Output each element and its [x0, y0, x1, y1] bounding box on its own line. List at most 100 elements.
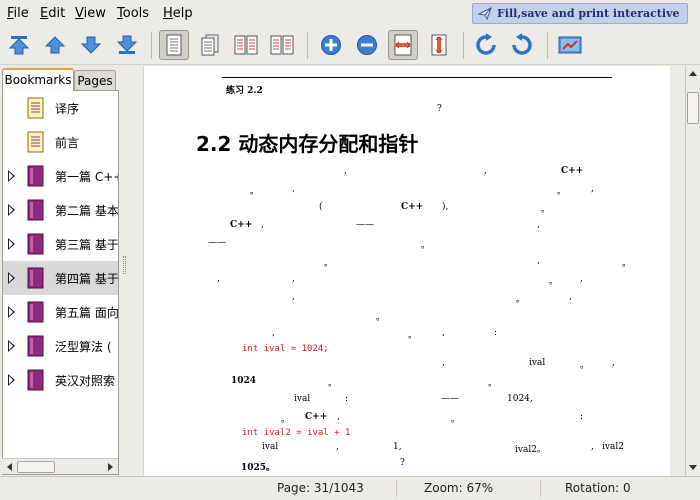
continuous-facing-icon	[270, 35, 294, 55]
page-text: :	[580, 412, 584, 422]
menu-tools[interactable]: Tools	[117, 6, 149, 21]
splitter-grip[interactable]	[123, 256, 126, 274]
fit-page-button[interactable]	[424, 30, 454, 60]
bookmark-label: 第二篇 基本	[55, 204, 119, 218]
page-text: 1,	[393, 442, 402, 452]
scrollbar-thumb[interactable]	[687, 92, 699, 124]
bookmark-item[interactable]: 英汉对照索	[3, 363, 118, 397]
page-text: 1024,	[507, 394, 533, 404]
page-text: 。	[421, 241, 431, 251]
expand-arrow-icon[interactable]	[8, 374, 15, 386]
single-page-icon	[166, 34, 182, 56]
menu-edit[interactable]: Edit	[40, 6, 65, 21]
code-snippet: int ival2 = ival + 1	[242, 428, 351, 438]
book-icon	[27, 165, 44, 187]
zoom-out-icon	[357, 35, 377, 55]
single-page-button[interactable]	[159, 30, 189, 60]
status-separator	[540, 480, 541, 497]
first-page-button[interactable]	[4, 30, 34, 60]
page-text: ?	[400, 458, 405, 468]
status-rotation: Rotation: 0	[565, 481, 631, 495]
page-text: (	[319, 202, 323, 212]
present-button[interactable]	[555, 30, 585, 60]
status-zoom: Zoom: 67%	[424, 481, 494, 495]
page-text: 。	[324, 259, 334, 269]
expand-arrow-icon[interactable]	[8, 306, 15, 318]
page-text: C++	[230, 220, 253, 230]
previous-page-button[interactable]	[40, 30, 70, 60]
book-icon	[27, 301, 44, 323]
expand-arrow-icon[interactable]	[8, 170, 15, 182]
tab-pages[interactable]: Pages	[74, 70, 116, 91]
document-viewer[interactable]: 练习 2.2 ? 2.2 动态内存分配和指针 , , C++ 。 , 。 , (…	[143, 66, 685, 476]
page-text: ),	[442, 202, 449, 212]
page-text: ival	[262, 442, 279, 452]
facing-pages-icon	[234, 35, 258, 55]
page-text: 。	[580, 361, 590, 371]
bookmark-item[interactable]: 第二篇 基本	[3, 193, 119, 227]
menu-help[interactable]: Help	[163, 6, 193, 21]
expand-arrow-icon[interactable]	[8, 204, 15, 216]
rotate-clockwise-button[interactable]	[471, 30, 501, 60]
scroll-left-icon[interactable]	[3, 460, 17, 474]
menu-bar: File Edit View Tools Help Fill,save and …	[0, 0, 700, 39]
page-text: ival2。	[515, 445, 546, 455]
page-text: 。	[376, 313, 386, 323]
bookmark-item-selected[interactable]: 第四篇 基于	[3, 261, 118, 295]
bookmark-item[interactable]: 第五篇 面向	[3, 295, 119, 329]
sidebar: Bookmarks Pages 译序 前言 第一篇 C++ 第二篇 基本 第三篇…	[0, 66, 121, 476]
menu-file[interactable]: File	[7, 6, 29, 21]
promo-banner[interactable]: Fill,save and print interactive forms!	[472, 3, 688, 39]
sidebar-splitter[interactable]	[121, 66, 143, 476]
document-icon	[27, 97, 44, 119]
page-text: 。	[408, 331, 418, 341]
scrollbar-thumb[interactable]	[17, 461, 55, 473]
zoom-in-button[interactable]	[316, 30, 346, 60]
page-text: :	[345, 394, 349, 404]
facing-pages-button[interactable]	[231, 30, 261, 60]
toolbar	[0, 27, 700, 65]
page-text: ——	[208, 238, 226, 248]
header-rule	[222, 77, 612, 78]
bookmark-item[interactable]: 第三篇 基于	[3, 227, 118, 261]
page-text: ,	[591, 184, 594, 194]
tab-bookmarks[interactable]: Bookmarks	[2, 68, 74, 91]
scroll-down-icon[interactable]	[686, 460, 700, 474]
page-text: :	[494, 328, 498, 338]
sidebar-horizontal-scrollbar[interactable]	[2, 458, 118, 474]
fit-page-icon	[431, 34, 447, 56]
page-text: C++	[305, 412, 328, 422]
zoom-out-button[interactable]	[352, 30, 382, 60]
book-icon	[27, 199, 44, 221]
page-text: 1024	[231, 376, 257, 386]
menu-view[interactable]: View	[75, 6, 106, 21]
fit-width-button[interactable]	[388, 30, 418, 60]
document-vertical-scrollbar[interactable]	[685, 66, 700, 476]
page-text: 。	[488, 379, 498, 389]
first-page-icon	[8, 36, 30, 55]
expand-arrow-icon[interactable]	[8, 340, 15, 352]
section-title: 2.2 动态内存分配和指针	[196, 132, 419, 156]
bookmark-label: 第五篇 面向	[55, 306, 119, 320]
continuous-facing-button[interactable]	[267, 30, 297, 60]
page-text: ,	[272, 328, 275, 338]
page-text: ,	[442, 358, 445, 368]
page-text: ,	[292, 184, 295, 194]
continuous-page-button[interactable]	[195, 30, 225, 60]
continuous-page-icon	[201, 34, 219, 56]
last-page-button[interactable]	[112, 30, 142, 60]
scroll-up-icon[interactable]	[686, 67, 700, 81]
next-page-button[interactable]	[76, 30, 106, 60]
bookmark-item[interactable]: 前言	[3, 125, 118, 159]
expand-arrow-icon[interactable]	[8, 238, 15, 250]
rotate-counterclockwise-button[interactable]	[507, 30, 537, 60]
bookmark-item[interactable]: 译序	[3, 91, 118, 125]
scroll-right-icon[interactable]	[103, 460, 117, 474]
bookmark-item[interactable]: 第一篇 C++	[3, 159, 118, 193]
expand-arrow-icon[interactable]	[8, 272, 15, 284]
status-bar: Page: 31/1043 Zoom: 67% Rotation: 0	[0, 476, 700, 500]
page-text: 。	[250, 187, 260, 197]
bookmark-item[interactable]: 泛型算法 (	[3, 329, 118, 363]
toolbar-separator	[463, 32, 464, 59]
page-text: ival2	[602, 442, 624, 452]
